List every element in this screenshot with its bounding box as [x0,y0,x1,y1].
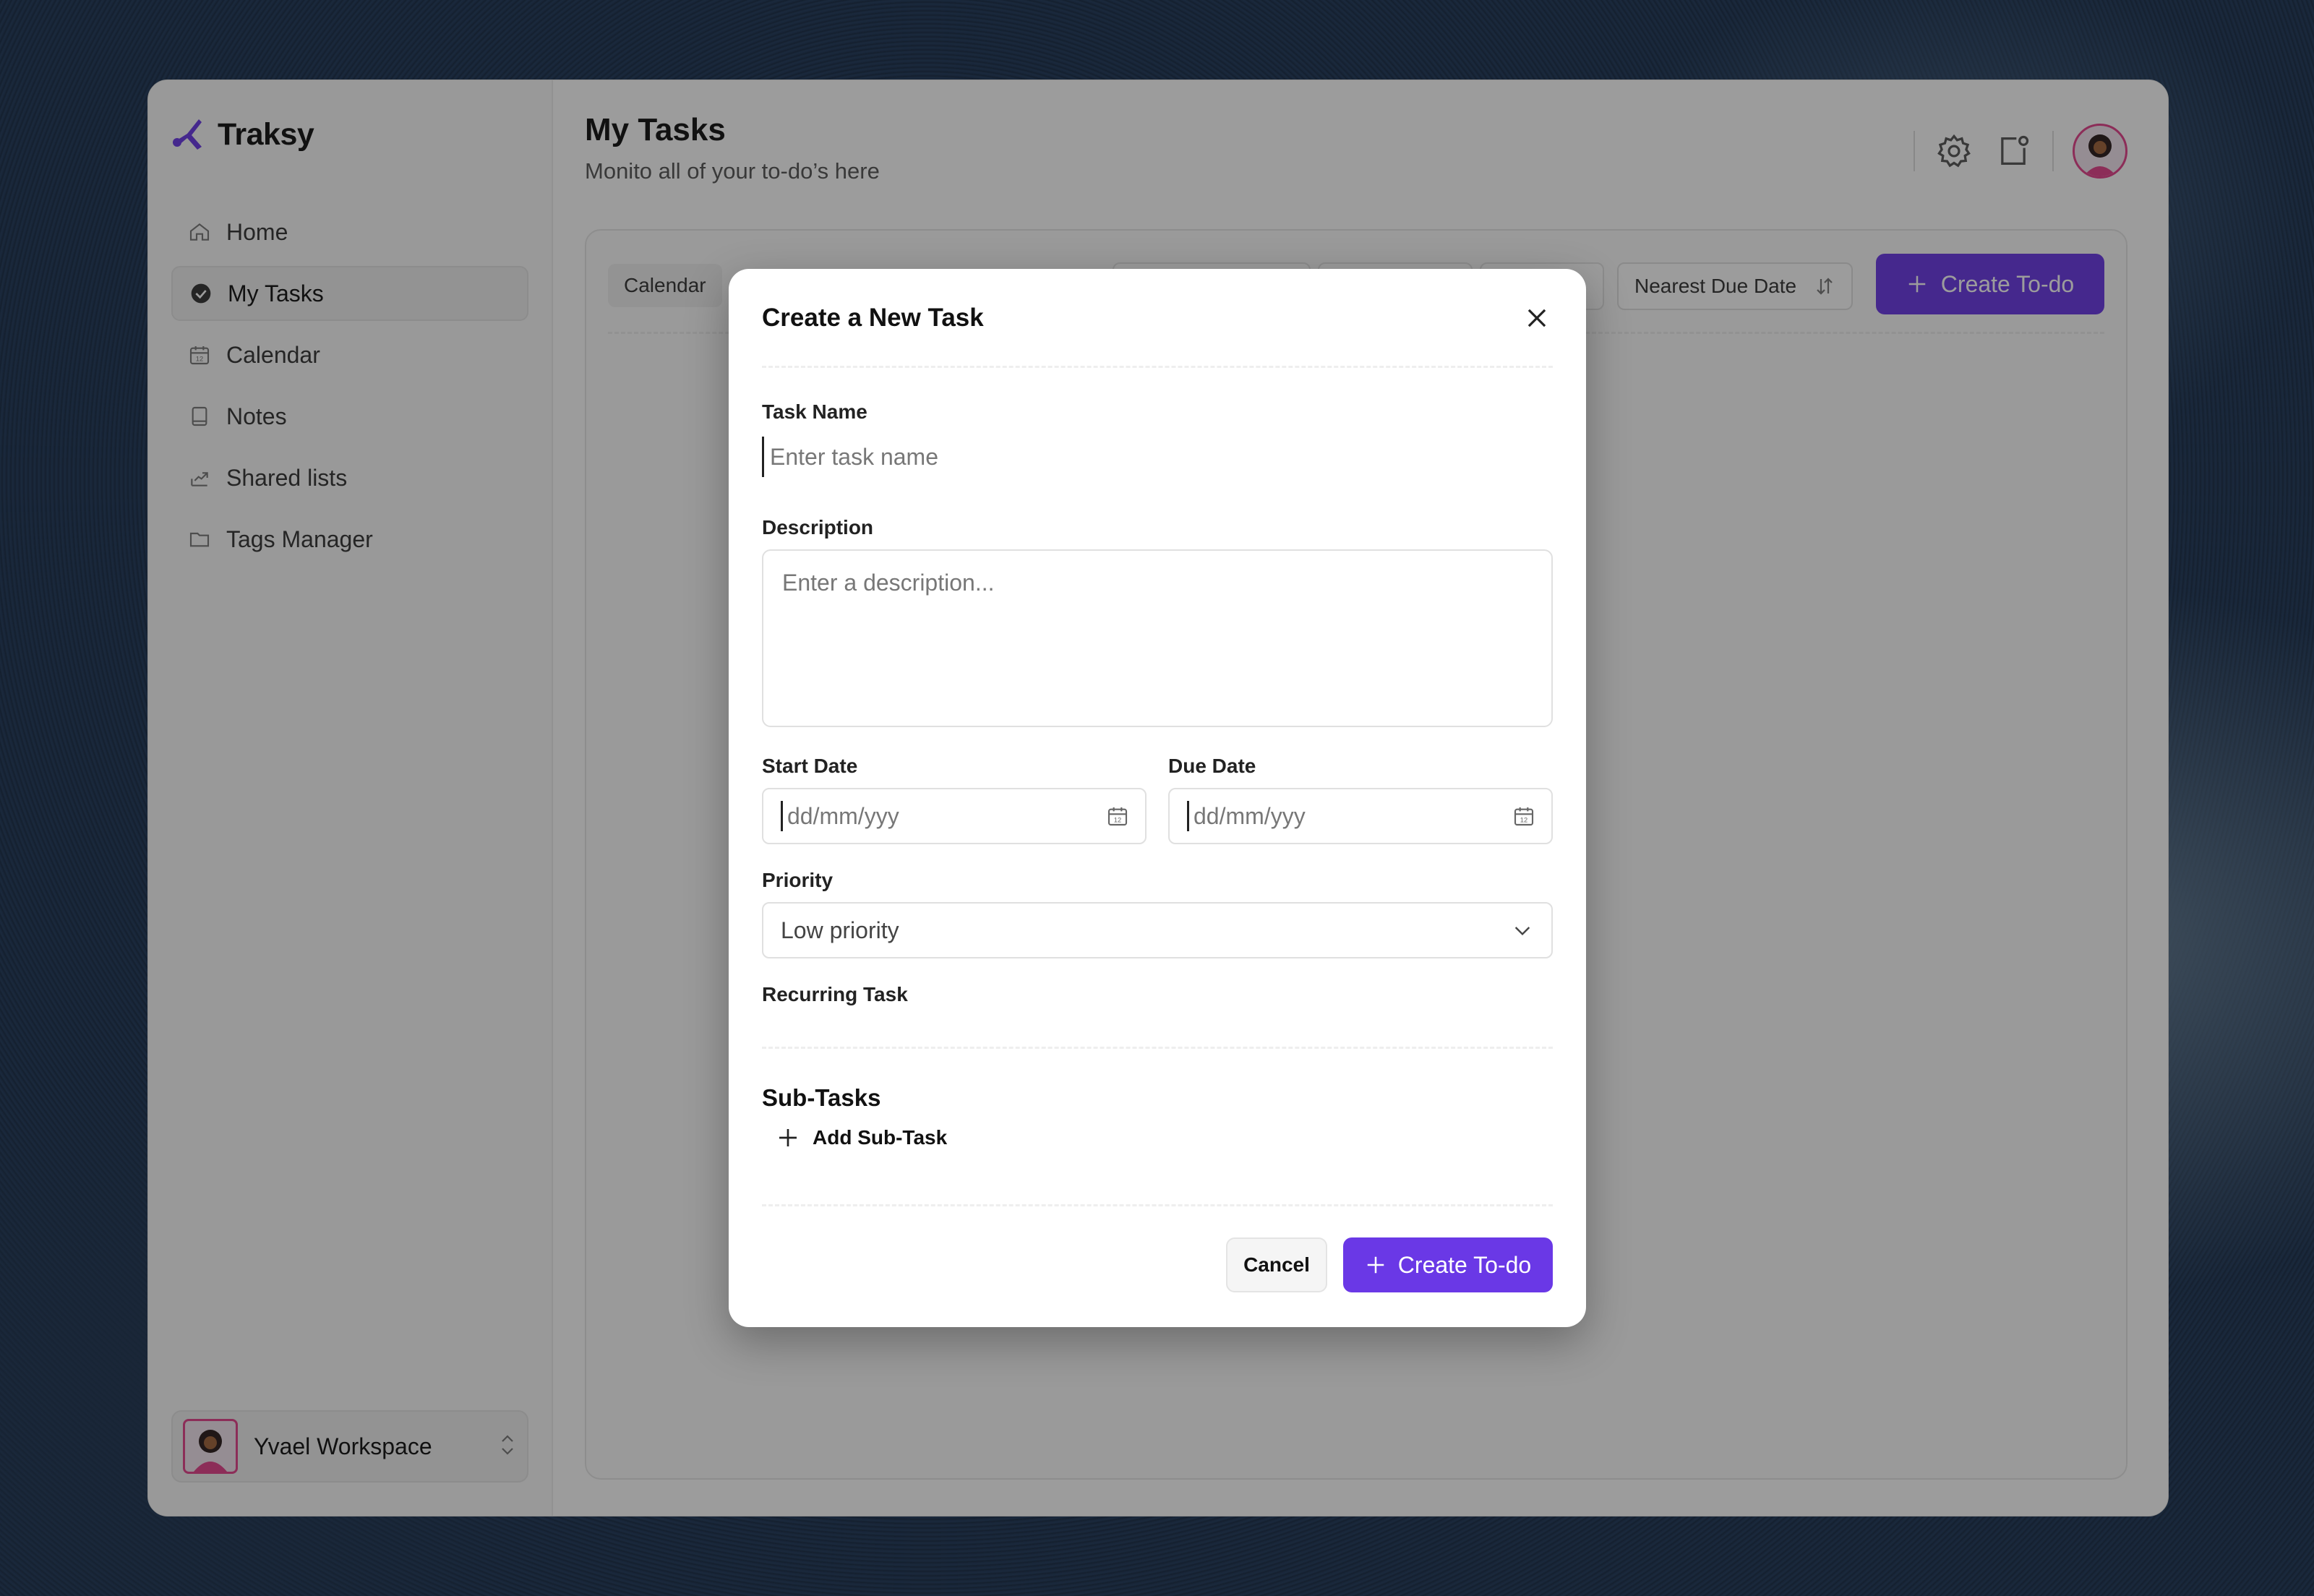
priority-select[interactable]: Low priority [762,902,1553,958]
task-name-input[interactable] [762,437,1553,477]
calendar-icon[interactable]: 12 [1106,805,1129,828]
description-label: Description [762,516,874,539]
start-date-label: Start Date [762,755,858,777]
add-subtask-button[interactable]: Add Sub-Task [776,1116,947,1159]
start-date-input[interactable] [781,801,1106,831]
description-textarea[interactable] [762,549,1553,727]
start-date-field[interactable]: 12 [762,788,1147,844]
create-todo-submit-label: Create To-do [1397,1251,1532,1278]
svg-text:12: 12 [1114,817,1121,824]
plus-icon [1367,1256,1384,1274]
divider [762,1204,1553,1206]
create-task-dialog: Create a New Task Task Name Description … [729,269,1586,1327]
calendar-icon[interactable]: 12 [1512,805,1535,828]
cancel-button[interactable]: Cancel [1226,1237,1327,1292]
chevron-down-icon [1514,927,1530,936]
task-name-label: Task Name [762,400,867,423]
due-date-label: Due Date [1168,755,1256,777]
recurring-task-label: Recurring Task [762,983,908,1005]
priority-label: Priority [762,869,834,891]
divider [762,366,1553,368]
dialog-title: Create a New Task [762,304,984,332]
svg-text:12: 12 [1520,817,1527,824]
due-date-input[interactable] [1187,801,1512,831]
divider [762,1047,1553,1049]
create-todo-submit-button[interactable]: Create To-do [1343,1237,1553,1292]
subtasks-title: Sub-Tasks [762,1084,881,1111]
close-icon [1527,309,1546,327]
add-subtask-label: Add Sub-Task [813,1126,948,1149]
close-button[interactable] [1521,302,1553,334]
due-date-field[interactable]: 12 [1168,788,1553,844]
priority-value: Low priority [781,917,899,943]
plus-icon [779,1129,797,1146]
